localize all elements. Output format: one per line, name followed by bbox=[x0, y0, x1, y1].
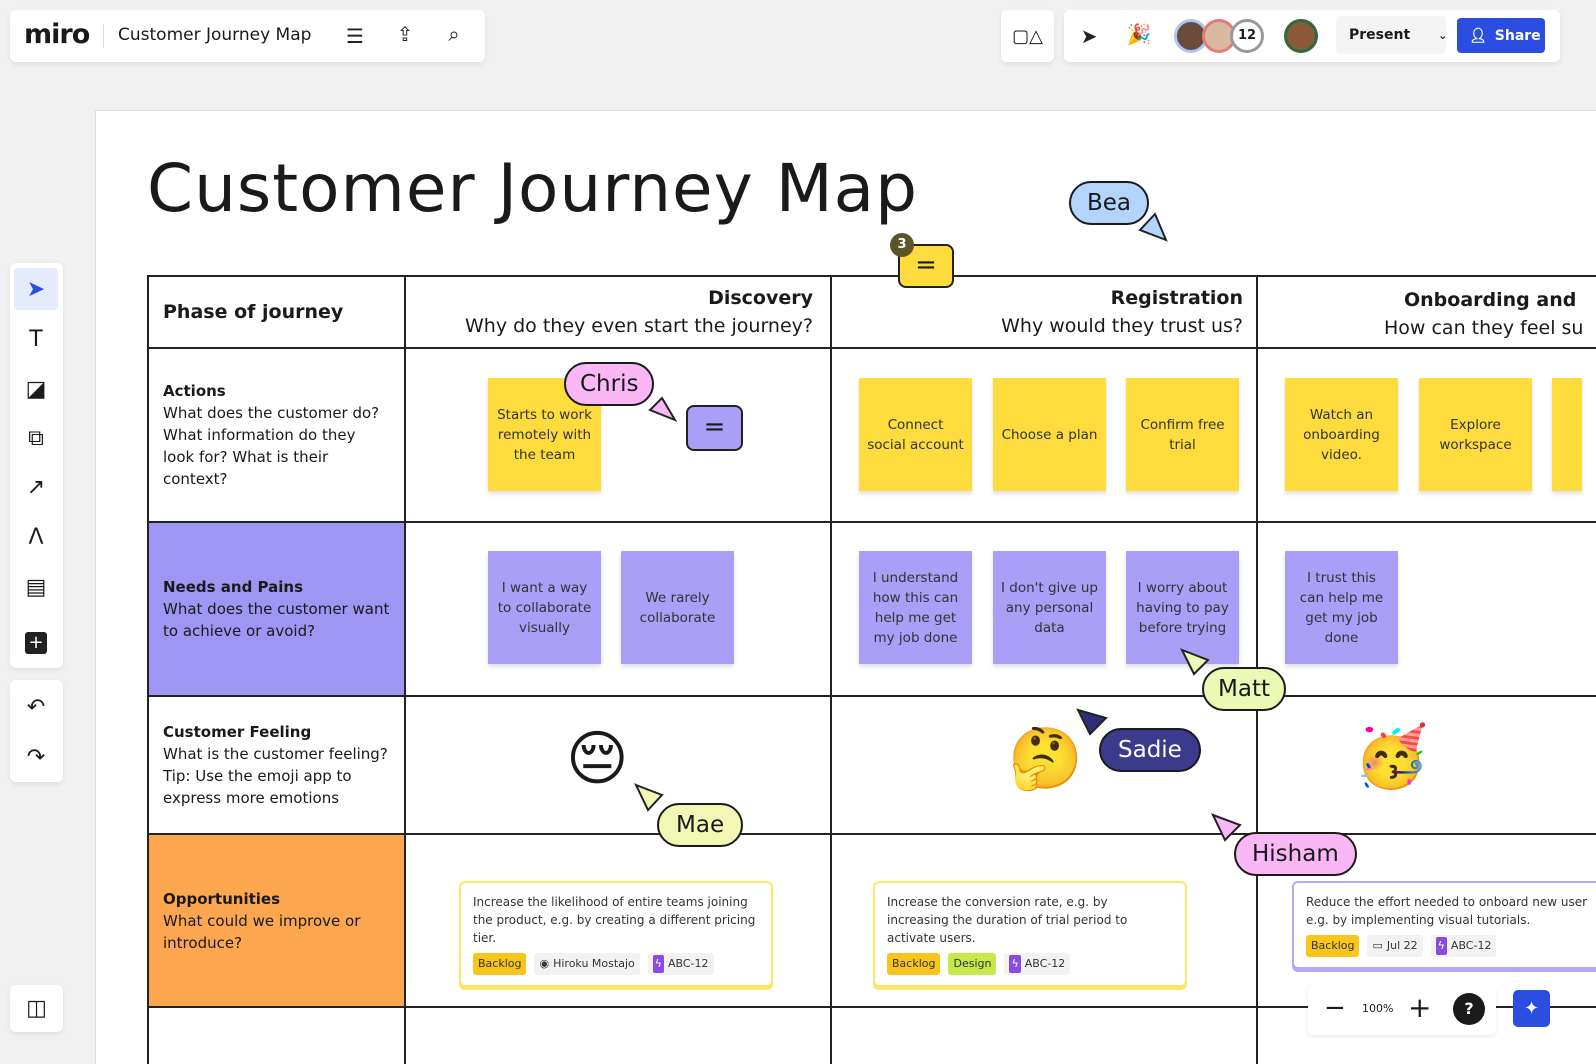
select-tool[interactable]: ➤ bbox=[14, 268, 58, 310]
sticky-note-tool[interactable]: ◪ bbox=[14, 368, 58, 410]
cursor-arrow-icon bbox=[1076, 708, 1108, 736]
cursor-arrow-icon bbox=[1211, 813, 1242, 842]
cursor-label-matt: Matt bbox=[1202, 667, 1286, 711]
redo-button[interactable]: ↷ bbox=[14, 736, 58, 778]
connector-tool[interactable]: ↗ bbox=[14, 466, 58, 508]
pen-tool[interactable]: Λ bbox=[14, 516, 58, 558]
plus-icon: + bbox=[25, 632, 47, 654]
zoom-controls: − 100% + ? bbox=[1308, 985, 1496, 1035]
comment-tool[interactable]: ▤ bbox=[14, 566, 58, 608]
undo-button[interactable]: ↶ bbox=[14, 686, 58, 728]
help-button[interactable]: ? bbox=[1453, 993, 1485, 1025]
zoom-out-button[interactable]: − bbox=[1324, 993, 1346, 1023]
cursor-label-sadie: Sadie bbox=[1099, 728, 1201, 772]
cursor-arrows bbox=[634, 212, 1242, 842]
text-tool[interactable]: T bbox=[14, 318, 58, 360]
shapes-tool[interactable]: ⧉ bbox=[14, 417, 58, 459]
zoom-level[interactable]: 100% bbox=[1362, 1002, 1393, 1015]
cursor-arrow-icon bbox=[634, 783, 664, 812]
add-apps-tool[interactable]: + bbox=[14, 622, 58, 664]
cursor-label-hisham: Hisham bbox=[1234, 832, 1357, 876]
cursor-arrow-icon bbox=[1138, 212, 1168, 242]
cursor-label-bea: Bea bbox=[1069, 181, 1150, 225]
sidebar-panel-icon: ◫ bbox=[26, 996, 47, 1021]
cursor-label-mae: Mae bbox=[657, 803, 744, 847]
cursor-arrow-icon bbox=[648, 396, 678, 423]
frames-panel-button[interactable]: ◫ bbox=[10, 985, 63, 1032]
cursor-label-chris: Chris bbox=[564, 362, 655, 406]
cursor-arrow-icon bbox=[1179, 648, 1210, 676]
ai-assist-button[interactable]: ✦ bbox=[1513, 990, 1550, 1027]
zoom-in-button[interactable]: + bbox=[1408, 991, 1431, 1024]
sparkle-icon: ✦ bbox=[1523, 998, 1540, 1019]
